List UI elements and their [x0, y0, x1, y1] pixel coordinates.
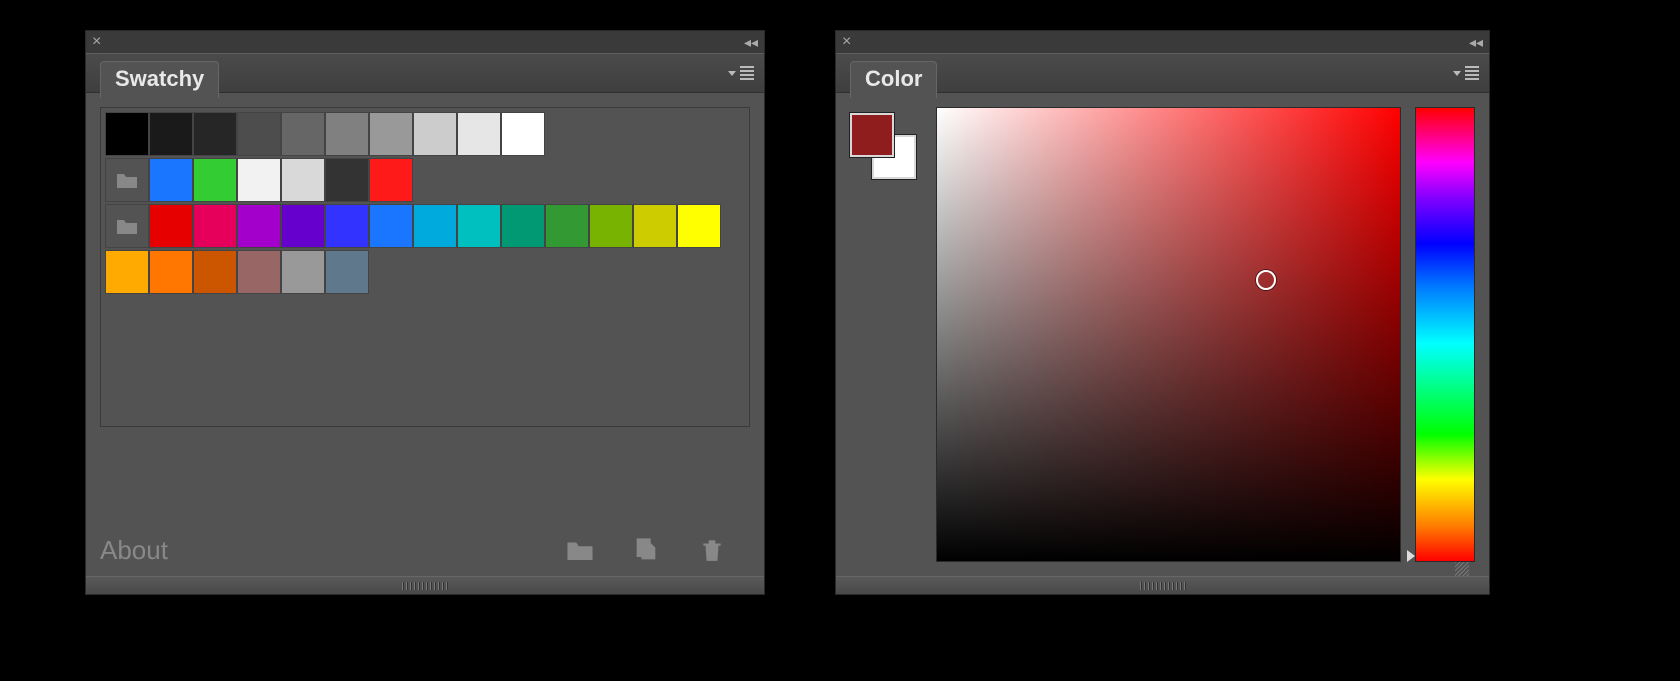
swatch[interactable] — [149, 250, 193, 294]
color-header: Color — [836, 53, 1489, 93]
hue-indicator-icon[interactable] — [1407, 550, 1415, 562]
trash-icon — [699, 537, 725, 563]
swatch[interactable] — [193, 158, 237, 202]
fgbg-selector — [850, 107, 922, 562]
swatch[interactable] — [281, 112, 325, 156]
swatch[interactable] — [677, 204, 721, 248]
swatch[interactable] — [281, 158, 325, 202]
swatchy-bottombar — [86, 576, 764, 594]
swatch[interactable] — [149, 204, 193, 248]
swatch-row — [105, 204, 745, 248]
swatch[interactable] — [325, 204, 369, 248]
swatch[interactable] — [237, 204, 281, 248]
swatchy-topbar: × ◂◂ — [86, 31, 764, 53]
swatch[interactable] — [589, 204, 633, 248]
swatch-row — [105, 158, 745, 202]
swatch[interactable] — [193, 112, 237, 156]
swatch[interactable] — [237, 250, 281, 294]
menu-icon — [740, 66, 754, 80]
swatch[interactable] — [105, 112, 149, 156]
swatch[interactable] — [545, 204, 589, 248]
swatch-row — [105, 112, 745, 156]
foreground-color-swatch[interactable] — [850, 113, 894, 157]
swatch[interactable] — [193, 204, 237, 248]
hue-slider[interactable] — [1415, 107, 1475, 562]
grip-icon — [402, 582, 448, 590]
panel-menu-button[interactable] — [1453, 66, 1479, 80]
footer-buttons — [562, 534, 750, 566]
swatch-grid — [100, 107, 750, 427]
folder-icon[interactable] — [105, 158, 149, 202]
new-page-icon — [632, 536, 660, 564]
close-icon[interactable]: × — [92, 34, 101, 50]
swatch-row — [105, 250, 745, 294]
close-icon[interactable]: × — [842, 34, 851, 50]
swatch[interactable] — [325, 250, 369, 294]
swatch[interactable] — [457, 112, 501, 156]
new-swatch-button[interactable] — [628, 534, 664, 566]
resize-grip-icon[interactable] — [1455, 562, 1469, 576]
swatch[interactable] — [457, 204, 501, 248]
swatch[interactable] — [501, 112, 545, 156]
folder-icon[interactable] — [105, 204, 149, 248]
swatchy-header: Swatchy — [86, 53, 764, 93]
grip-icon — [1140, 582, 1186, 590]
swatch[interactable] — [149, 158, 193, 202]
swatch[interactable] — [281, 204, 325, 248]
swatch[interactable] — [149, 112, 193, 156]
panel-menu-button[interactable] — [728, 66, 754, 80]
color-bottombar — [836, 576, 1489, 594]
about-link[interactable]: About — [100, 535, 168, 566]
color-cursor[interactable] — [1256, 270, 1276, 290]
color-body — [836, 93, 1489, 576]
swatch[interactable] — [281, 250, 325, 294]
folder-icon — [565, 537, 595, 563]
swatchy-panel: × ◂◂ Swatchy About — [85, 30, 765, 595]
swatch[interactable] — [193, 250, 237, 294]
swatch[interactable] — [501, 204, 545, 248]
swatch[interactable] — [237, 112, 281, 156]
swatchy-body: About — [86, 93, 764, 576]
swatch[interactable] — [413, 204, 457, 248]
swatch[interactable] — [325, 158, 369, 202]
swatchy-tab[interactable]: Swatchy — [100, 61, 219, 98]
menu-icon — [1465, 66, 1479, 80]
swatch[interactable] — [237, 158, 281, 202]
swatch[interactable] — [633, 204, 677, 248]
swatch[interactable] — [369, 158, 413, 202]
saturation-value-field[interactable] — [936, 107, 1401, 562]
swatch[interactable] — [369, 112, 413, 156]
delete-button[interactable] — [694, 534, 730, 566]
chevron-down-icon — [1453, 71, 1461, 76]
swatch[interactable] — [325, 112, 369, 156]
swatch[interactable] — [369, 204, 413, 248]
color-topbar: × ◂◂ — [836, 31, 1489, 53]
swatchy-footer: About — [100, 534, 750, 566]
color-panel: × ◂◂ Color — [835, 30, 1490, 595]
color-tab[interactable]: Color — [850, 61, 937, 98]
chevron-down-icon — [728, 71, 736, 76]
swatch[interactable] — [105, 250, 149, 294]
new-folder-button[interactable] — [562, 534, 598, 566]
collapse-icon[interactable]: ◂◂ — [744, 35, 758, 49]
collapse-icon[interactable]: ◂◂ — [1469, 35, 1483, 49]
swatch[interactable] — [413, 112, 457, 156]
